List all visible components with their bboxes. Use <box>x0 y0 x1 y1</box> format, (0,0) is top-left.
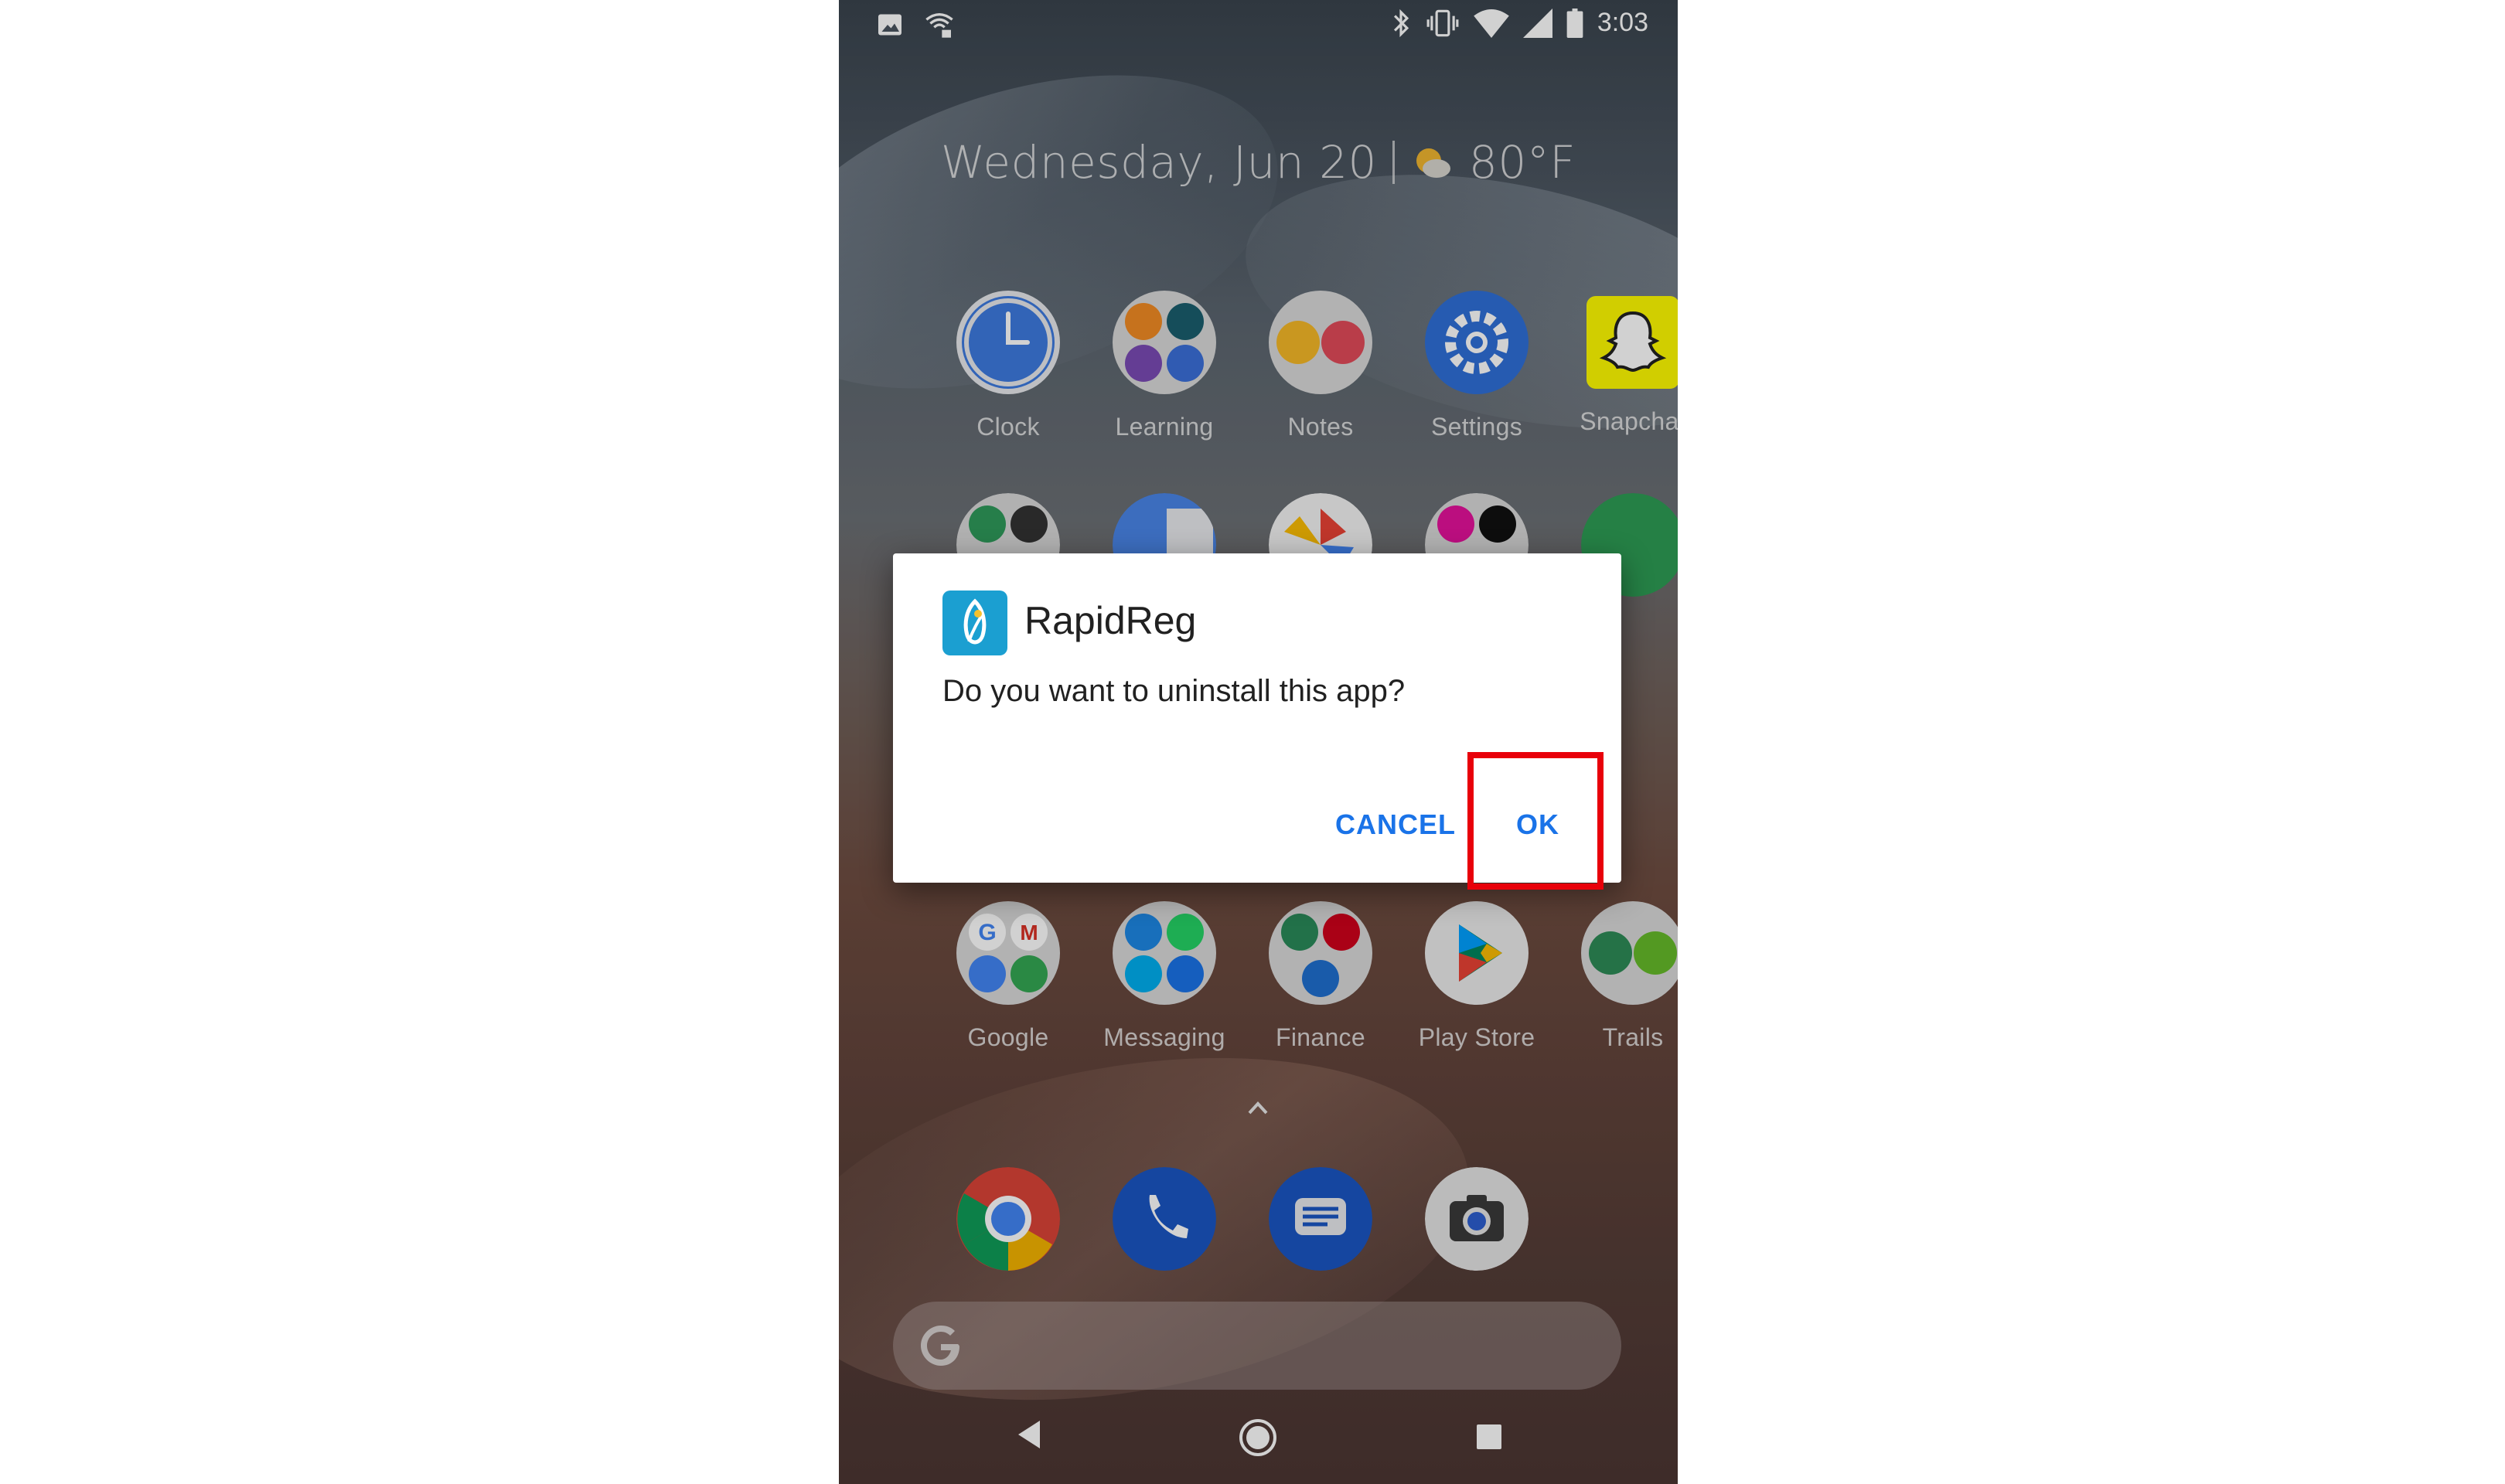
dialog-title: RapidReg <box>1024 599 1197 642</box>
ok-highlight-box <box>1467 752 1604 890</box>
rapidreg-app-icon <box>942 591 1007 655</box>
dialog-message: Do you want to uninstall this app? <box>942 674 1406 708</box>
phone-screen: 3:03 Wednesday, Jun 20 80°F Clock Learni… <box>839 0 1678 1484</box>
cancel-button[interactable]: CANCEL <box>1335 808 1456 841</box>
